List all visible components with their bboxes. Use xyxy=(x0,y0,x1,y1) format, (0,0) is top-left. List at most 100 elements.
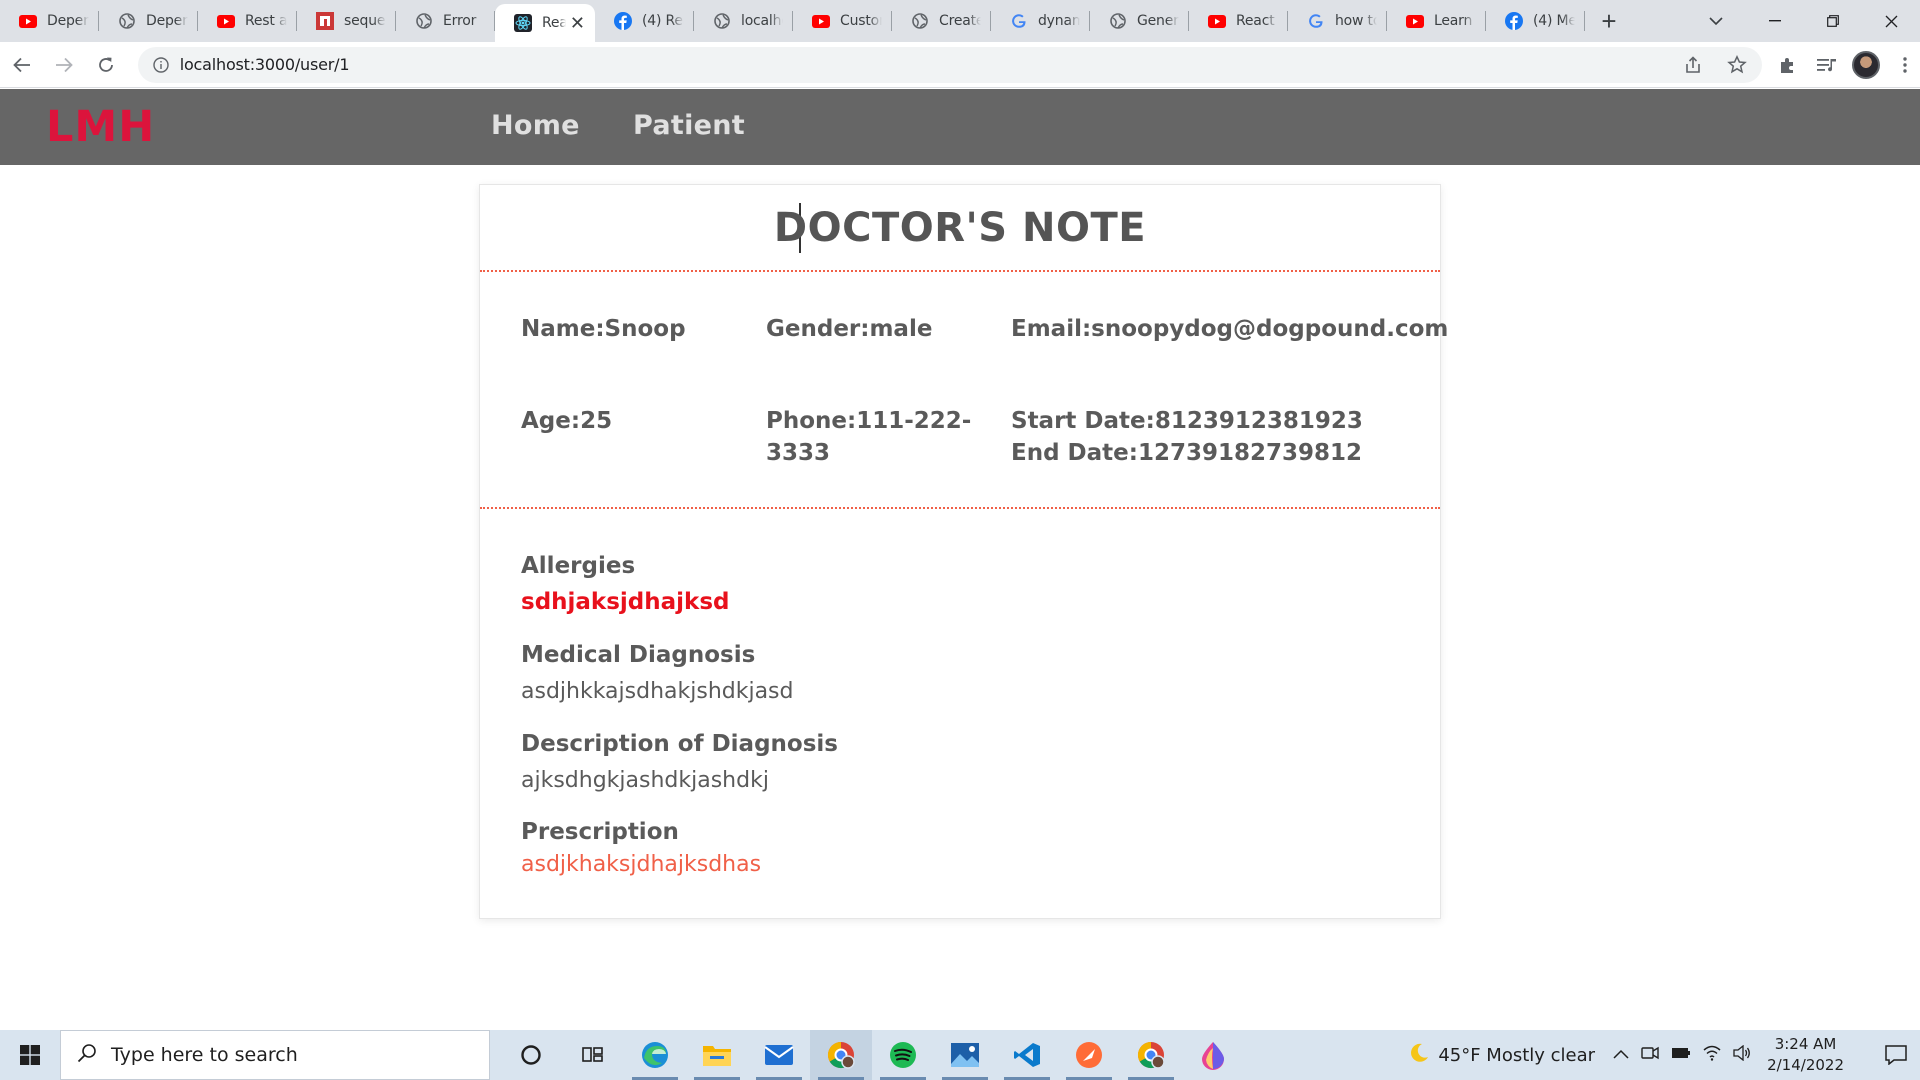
allergies-value: sdhjaksjdhajksd xyxy=(521,589,730,615)
globe-icon xyxy=(713,12,731,30)
browser-tab[interactable]: React js xyxy=(1189,0,1288,42)
restore-icon[interactable] xyxy=(1804,0,1862,42)
site-info-icon[interactable] xyxy=(152,56,170,74)
back-arrow-icon[interactable] xyxy=(2,45,42,85)
profile-avatar[interactable] xyxy=(1852,50,1880,79)
dotted-divider xyxy=(480,270,1440,272)
nav-link-patient[interactable]: Patient xyxy=(633,110,745,141)
tab-title: how to xyxy=(1335,13,1377,29)
battery-icon[interactable] xyxy=(1671,1046,1691,1064)
browser-tab[interactable]: (4) Rea xyxy=(595,0,694,42)
volume-icon[interactable] xyxy=(1733,1044,1751,1066)
globe-icon xyxy=(118,12,136,30)
taskbar-search[interactable]: Type here to search xyxy=(60,1030,490,1080)
google-icon xyxy=(1307,12,1325,30)
meet-now-icon[interactable] xyxy=(1641,1045,1659,1066)
youtube-icon xyxy=(19,12,37,30)
react-icon xyxy=(514,14,532,32)
tab-search-icon[interactable] xyxy=(1692,0,1740,42)
chrome-icon[interactable] xyxy=(1120,1030,1182,1080)
postman-icon[interactable] xyxy=(1058,1030,1120,1080)
clock-time: 3:24 AM xyxy=(1774,1035,1837,1053)
browser-tab[interactable]: Learn u xyxy=(1387,0,1486,42)
minimize-icon[interactable] xyxy=(1746,0,1804,42)
browser-tab[interactable]: Custom xyxy=(793,0,892,42)
tab-title: Create xyxy=(939,13,981,29)
cortana-icon[interactable] xyxy=(500,1030,562,1080)
wifi-icon[interactable] xyxy=(1703,1045,1721,1066)
tab-title: Rest ap xyxy=(245,13,287,29)
system-tray: 45°F Mostly clear 3:24 AM 2/14/2022 xyxy=(1408,1030,1920,1080)
tab-list: Depend Depend Rest ap sequeli Error Rea✕… xyxy=(0,0,1629,42)
browser-tab[interactable]: how to xyxy=(1288,0,1387,42)
chrome-profile-icon[interactable] xyxy=(810,1030,872,1080)
reload-icon[interactable] xyxy=(86,45,126,85)
treatment-dates: Start Date:8123912381923 End Date:127391… xyxy=(1011,405,1363,469)
patient-name: Name:Snoop xyxy=(521,313,686,345)
vscode-icon[interactable] xyxy=(996,1030,1058,1080)
gender-value: male xyxy=(869,316,933,342)
search-icon xyxy=(77,1043,97,1068)
globe-icon xyxy=(911,12,929,30)
close-window-icon[interactable] xyxy=(1862,0,1920,42)
browser-tab[interactable]: Genera xyxy=(1090,0,1189,42)
windows-start-icon[interactable] xyxy=(0,1030,60,1080)
browser-tab[interactable]: Error xyxy=(396,0,495,42)
browser-tab[interactable]: dynam xyxy=(991,0,1090,42)
browser-tab[interactable]: (4) Me xyxy=(1486,0,1585,42)
spotify-icon[interactable] xyxy=(872,1030,934,1080)
tray-icons xyxy=(1613,1044,1751,1066)
end-date-label: End Date: xyxy=(1011,440,1138,466)
tab-title: (4) Rea xyxy=(642,13,684,29)
allergies-label: Allergies xyxy=(521,553,636,579)
paint-app-icon[interactable] xyxy=(1182,1030,1244,1080)
taskbar-apps xyxy=(500,1030,1244,1080)
facebook-icon xyxy=(1505,12,1523,30)
browser-tab[interactable]: sequeli xyxy=(297,0,396,42)
forward-arrow-icon[interactable] xyxy=(44,45,84,85)
nav-link-home[interactable]: Home xyxy=(491,110,580,141)
browser-tab[interactable]: Rest ap xyxy=(198,0,297,42)
patient-phone: Phone:111-222-3333 xyxy=(766,405,976,469)
edge-icon[interactable] xyxy=(624,1030,686,1080)
address-bar[interactable]: localhost:3000/user/1 xyxy=(137,46,1762,83)
bookmark-star-icon[interactable] xyxy=(1722,50,1752,80)
new-tab-button[interactable]: + xyxy=(1589,0,1629,42)
file-explorer-icon[interactable] xyxy=(686,1030,748,1080)
name-label: Name: xyxy=(521,316,605,342)
tab-title: Custom xyxy=(840,13,882,29)
browser-tab-active[interactable]: Rea ✕ xyxy=(495,4,595,42)
browser-tab[interactable]: Depend xyxy=(99,0,198,42)
photos-icon[interactable] xyxy=(934,1030,996,1080)
patient-age: Age:25 xyxy=(521,405,612,437)
age-label: Age: xyxy=(521,408,581,434)
kebab-menu-icon[interactable] xyxy=(1890,50,1920,80)
start-date-value: 8123912381923 xyxy=(1154,408,1363,434)
end-date-value: 12739182739812 xyxy=(1137,440,1363,466)
extensions-icon[interactable] xyxy=(1772,50,1802,80)
browser-tab[interactable]: localho xyxy=(694,0,793,42)
prescription-value: asdjkhaksjdhajksdhas xyxy=(521,852,762,877)
facebook-icon xyxy=(614,12,632,30)
taskbar-clock[interactable]: 3:24 AM 2/14/2022 xyxy=(1767,1034,1844,1076)
close-tab-icon[interactable]: ✕ xyxy=(570,14,585,32)
patient-gender: Gender:male xyxy=(766,313,932,345)
notification-icon[interactable] xyxy=(1872,1030,1920,1080)
share-icon[interactable] xyxy=(1678,50,1708,80)
start-date-label: Start Date: xyxy=(1011,408,1155,434)
mail-icon[interactable] xyxy=(748,1030,810,1080)
youtube-icon xyxy=(1406,12,1424,30)
globe-icon xyxy=(415,12,433,30)
tab-title: sequeli xyxy=(344,13,386,29)
email-value: snoopydog@dogpound.com xyxy=(1091,316,1449,342)
chevron-up-icon[interactable] xyxy=(1613,1046,1629,1064)
browser-tab[interactable]: Depend xyxy=(0,0,99,42)
media-control-icon[interactable] xyxy=(1812,50,1842,80)
clock-date: 2/14/2022 xyxy=(1767,1056,1844,1074)
app-logo[interactable]: LMH xyxy=(46,102,155,152)
browser-tab[interactable]: Create xyxy=(892,0,991,42)
note-title: DOCTOR'S NOTE xyxy=(773,205,1147,251)
tab-title: Depend xyxy=(47,13,89,29)
task-view-icon[interactable] xyxy=(562,1030,624,1080)
weather-widget[interactable]: 45°F Mostly clear xyxy=(1408,1042,1595,1069)
